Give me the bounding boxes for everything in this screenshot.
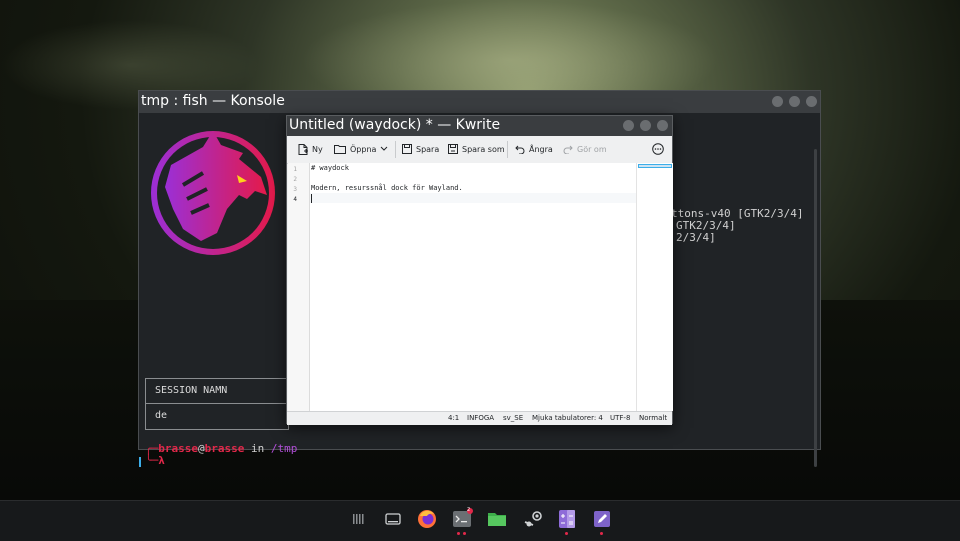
desktop-icon[interactable] bbox=[382, 508, 404, 530]
current-line-highlight bbox=[310, 193, 636, 203]
running-indicator bbox=[457, 532, 460, 535]
redo-button[interactable]: Gör om bbox=[563, 141, 607, 157]
save-as-icon bbox=[448, 144, 458, 154]
line-number: 2 bbox=[293, 176, 297, 183]
input-mode[interactable]: INFOGA bbox=[467, 414, 494, 422]
files-icon[interactable] bbox=[486, 508, 508, 530]
highlight-mode[interactable]: Normalt bbox=[639, 414, 667, 422]
undo-button[interactable]: Ångra bbox=[515, 141, 553, 157]
indentation-setting[interactable]: Mjuka tabulatorer: 4 bbox=[532, 414, 603, 422]
running-indicator bbox=[463, 532, 466, 535]
prompt-symbol: λ bbox=[158, 454, 165, 467]
kwrite-minimize-button[interactable] bbox=[623, 120, 634, 131]
line-number: 4 bbox=[293, 196, 297, 203]
text-caret bbox=[311, 194, 312, 203]
konsole-close-button[interactable] bbox=[806, 96, 817, 107]
undo-button-label: Ångra bbox=[529, 144, 553, 154]
dictionary-language[interactable]: sv_SE bbox=[503, 414, 523, 422]
line-number: 3 bbox=[293, 186, 297, 193]
open-button[interactable]: Öppna bbox=[334, 141, 376, 157]
toolbar-separator bbox=[507, 141, 508, 158]
session-value: de bbox=[146, 403, 288, 428]
redo-button-label: Gör om bbox=[577, 144, 607, 154]
redo-icon bbox=[563, 145, 573, 154]
toolbar-separator bbox=[395, 141, 396, 158]
prompt-host: brasse bbox=[204, 442, 245, 455]
prompt-in: in bbox=[244, 442, 271, 455]
status-bar: 4:1 INFOGA sv_SE Mjuka tabulatorer: 4 UT… bbox=[287, 411, 672, 425]
prompt-path: /tmp bbox=[270, 442, 298, 455]
code-line: Modern, resurssnål dock för Wayland. bbox=[311, 184, 463, 192]
more-menu-button[interactable] bbox=[652, 141, 668, 157]
encoding-setting[interactable]: UTF-8 bbox=[610, 414, 630, 422]
dragon-logo-icon bbox=[151, 131, 275, 255]
minimap-scrollbar[interactable] bbox=[636, 163, 673, 411]
open-button-label: Öppna bbox=[350, 144, 377, 154]
running-indicator bbox=[600, 532, 603, 535]
calculator-icon[interactable] bbox=[556, 508, 578, 530]
shell-prompt: ╭─brasse@brasse in /tmp ╰─λ bbox=[145, 442, 298, 467]
more-options-icon bbox=[652, 143, 664, 155]
save-button[interactable]: Spara bbox=[402, 141, 439, 157]
firefox-icon[interactable] bbox=[416, 508, 438, 530]
steam-icon[interactable] bbox=[522, 508, 544, 530]
new-document-icon bbox=[298, 143, 308, 155]
session-table: SESSION NAMN de bbox=[145, 378, 289, 430]
kwrite-window[interactable]: Untitled (waydock) * — Kwrite Ny Öppna S… bbox=[286, 115, 673, 425]
save-button-label: Spara bbox=[416, 144, 440, 154]
konsole-minimize-button[interactable] bbox=[772, 96, 783, 107]
terminal-cursor bbox=[139, 457, 141, 467]
terminal-scrollbar[interactable] bbox=[814, 149, 817, 467]
kwrite-title: Untitled (waydock) * — Kwrite bbox=[289, 117, 501, 133]
new-button-label: Ny bbox=[312, 144, 323, 154]
open-dropdown-button[interactable] bbox=[380, 141, 392, 157]
cursor-position[interactable]: 4:1 bbox=[448, 414, 459, 422]
kwrite-maximize-button[interactable] bbox=[640, 120, 651, 131]
chevron-down-icon bbox=[380, 146, 388, 151]
line-number-gutter: 1 2 3 4 bbox=[288, 163, 310, 411]
line-number: 1 bbox=[293, 166, 297, 173]
save-icon bbox=[402, 144, 412, 154]
folder-open-icon bbox=[334, 145, 346, 154]
konsole-maximize-button[interactable] bbox=[789, 96, 800, 107]
kwrite-toolbar: Ny Öppna Spara Spara som Ångra Gör om bbox=[287, 136, 672, 164]
kwrite-close-button[interactable] bbox=[657, 120, 668, 131]
code-line: # waydock bbox=[311, 164, 349, 172]
new-button[interactable]: Ny bbox=[298, 141, 323, 157]
konsole-titlebar[interactable]: tmp : fish — Konsole bbox=[139, 91, 820, 113]
session-header: SESSION NAMN bbox=[155, 385, 228, 396]
apps-grid-icon[interactable] bbox=[348, 508, 370, 530]
kwrite-titlebar[interactable]: Untitled (waydock) * — Kwrite bbox=[287, 116, 672, 136]
taskbar: 2 bbox=[0, 500, 960, 541]
prompt-at: @ bbox=[198, 442, 205, 455]
terminal-text-line: 2/3/4] bbox=[676, 231, 716, 244]
konsole-title: tmp : fish — Konsole bbox=[141, 93, 285, 109]
undo-icon bbox=[515, 145, 525, 154]
save-as-button-label: Spara som bbox=[462, 144, 505, 154]
kwrite-icon[interactable] bbox=[591, 508, 613, 530]
minimap-slider[interactable] bbox=[638, 164, 672, 168]
terminal-badge: 2 bbox=[467, 507, 471, 513]
running-indicator bbox=[565, 532, 568, 535]
save-as-button[interactable]: Spara som bbox=[448, 141, 505, 157]
text-editor[interactable]: # waydock Modern, resurssnål dock för Wa… bbox=[310, 163, 636, 411]
